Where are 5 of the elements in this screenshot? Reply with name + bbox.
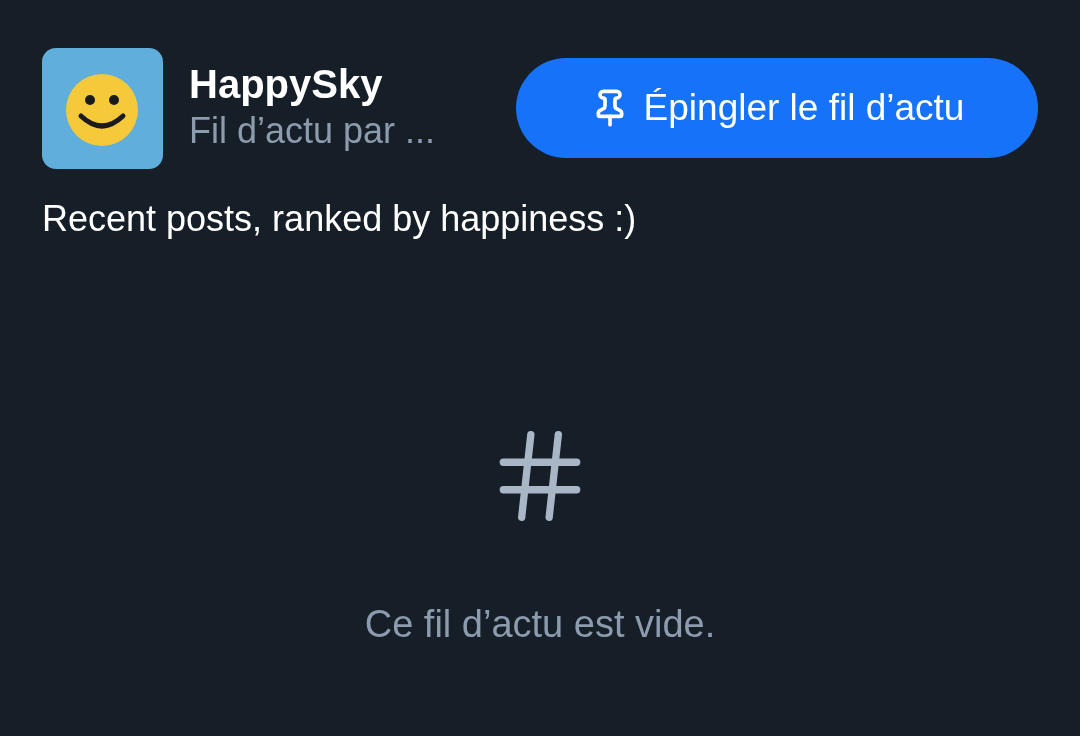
feed-title: HappySky [189,61,384,108]
feed-subtitle: Fil d’actu par ... [189,109,437,153]
empty-feed-message: Ce fil d’actu est vide. [364,602,716,647]
feed-description: Recent posts, ranked by happiness :) [42,197,638,241]
pin-feed-button[interactable]: Épingler le fil d’actu [516,58,1038,158]
